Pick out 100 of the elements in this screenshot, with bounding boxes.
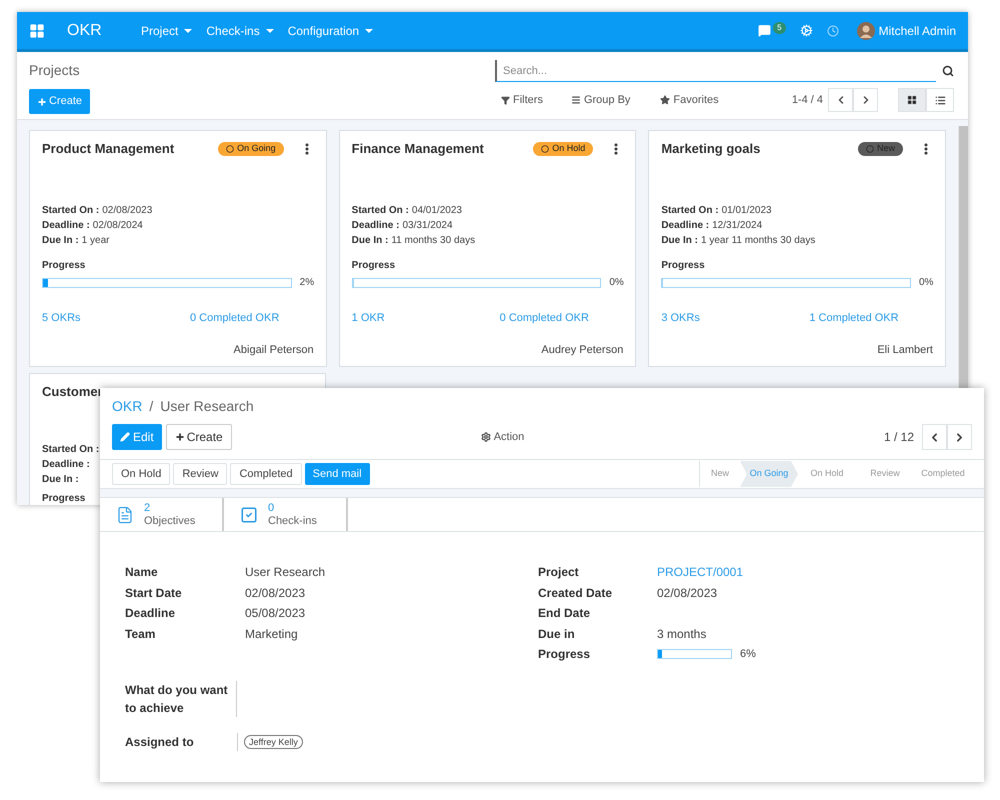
list-view-button[interactable] xyxy=(926,88,954,112)
header-button[interactable]: Send mail xyxy=(304,463,370,485)
search-field[interactable]: Search... xyxy=(495,60,936,82)
avatar[interactable] xyxy=(856,22,875,40)
nav-menu[interactable]: Configuration xyxy=(288,22,374,40)
favorites-button[interactable]: Favorites xyxy=(660,92,719,108)
field-value: User Research xyxy=(245,564,326,582)
project-link[interactable]: PROJECT/0001 xyxy=(657,563,744,582)
stage-step[interactable]: Completed xyxy=(914,461,972,487)
field-label: Due in xyxy=(538,626,576,643)
plus-icon xyxy=(36,96,47,106)
progress-label: Progress xyxy=(42,259,86,273)
field-label: End Date xyxy=(538,605,592,622)
field-label: Due In : xyxy=(661,234,698,248)
filters-button[interactable]: Filters xyxy=(501,92,543,108)
nav-menu[interactable]: Project xyxy=(141,22,192,40)
scrollbar[interactable] xyxy=(958,126,968,388)
breadcrumb-link[interactable]: OKR xyxy=(112,396,142,417)
field-value: 3 months xyxy=(657,626,706,643)
grid-icon xyxy=(907,95,917,105)
header-button[interactable]: Review xyxy=(173,463,228,485)
okrs-link[interactable]: 5 OKRs xyxy=(42,310,190,326)
stage-step[interactable]: On Hold xyxy=(798,461,856,487)
owner-name: Eli Lambert xyxy=(877,342,933,358)
card-title: Finance Management xyxy=(352,140,484,158)
field-value: 05/08/2023 xyxy=(245,605,306,622)
card-title: Customer xyxy=(42,383,100,401)
completed-okr-link[interactable]: 0 Completed OKR xyxy=(500,310,589,326)
field-label: Project xyxy=(538,564,580,582)
field-label: Started On : xyxy=(42,204,100,218)
project-card[interactable]: Product Management On Going Started On : 02/08/2023 Deadline : 02/08/2024 Due In : 1 year Progress 2% 5 OKRs 0 Completed OKR Abigail Peterson xyxy=(29,130,327,367)
completed-okr-link[interactable]: 0 Completed OKR xyxy=(190,310,280,326)
field-label: Started On : xyxy=(352,204,409,218)
next-button[interactable] xyxy=(947,424,972,450)
header-button[interactable]: On Hold xyxy=(112,463,170,485)
nav-menu[interactable]: Check-ins xyxy=(206,22,274,40)
field-label: Start Date xyxy=(125,584,183,602)
field-label: Deadline : xyxy=(661,219,710,233)
field-value: 1 year xyxy=(82,234,110,248)
field-label: Progress xyxy=(538,646,592,664)
apps-menu-icon[interactable] xyxy=(29,22,45,38)
field-label: Due In : xyxy=(42,473,80,487)
smart-button[interactable]: 0 Check-ins xyxy=(224,498,348,531)
filter-icon xyxy=(501,96,510,104)
search-icon[interactable] xyxy=(942,65,954,77)
message-count: 5 xyxy=(773,22,786,34)
settings-icon[interactable] xyxy=(800,24,813,37)
field-label: Team xyxy=(125,626,156,643)
circle-icon xyxy=(866,145,874,153)
field-label: Assigned to xyxy=(125,732,238,750)
header-button[interactable]: Completed xyxy=(230,463,302,485)
okrs-link[interactable]: 3 OKRs xyxy=(661,310,810,326)
okrs-link[interactable]: 1 OKR xyxy=(352,310,500,326)
owner-name: Abigail Peterson xyxy=(234,342,314,358)
edit-button[interactable]: Edit xyxy=(112,424,162,450)
progress-label: Progress xyxy=(661,259,706,273)
field-value: 02/08/2023 xyxy=(657,584,718,602)
lines-icon xyxy=(570,95,581,105)
field-value: 02/08/2023 xyxy=(102,204,152,218)
caret-icon xyxy=(266,28,274,32)
card-title: Marketing goals xyxy=(661,140,760,158)
field-value: 12/31/2024 xyxy=(712,219,762,233)
progress-label: Progress xyxy=(42,493,86,505)
list-icon xyxy=(934,94,946,106)
stage-step[interactable]: Review xyxy=(856,461,914,487)
project-card[interactable]: Marketing goals New Started On : 01/01/2023 Deadline : 12/31/2024 Due In : 1 year 11 months 30 days Progress 0% 3 OKRs 1 Completed OKR Eli Lambert xyxy=(648,130,946,367)
field-label: What do you want to achieve xyxy=(125,680,237,716)
field-value: 03/31/2024 xyxy=(402,219,453,233)
stage-step[interactable]: New xyxy=(700,461,740,487)
action-button[interactable]: Action xyxy=(480,428,524,446)
field-label: Deadline : xyxy=(352,219,400,233)
progress-label: Progress xyxy=(352,259,396,273)
create-button[interactable]: Create xyxy=(166,424,232,450)
caret-icon xyxy=(365,28,374,32)
circle-icon xyxy=(541,145,550,153)
progress-reading: 0% xyxy=(918,276,933,290)
messages-icon[interactable] xyxy=(758,24,772,37)
plus-icon xyxy=(174,432,185,442)
previous-button[interactable] xyxy=(922,424,947,450)
project-card[interactable]: Customer Started On : Deadline : Due In : Progress xyxy=(29,373,100,505)
record-pager: 1 / 12 xyxy=(884,429,914,446)
pager-value: 1-4 / 4 xyxy=(792,92,823,108)
page-title: Projects xyxy=(29,61,81,80)
checkbox-icon xyxy=(240,506,258,524)
user-name[interactable]: Mitchell Admin xyxy=(878,22,956,40)
field-label: Name xyxy=(125,564,159,582)
assignee-tag[interactable]: Jeffrey Kelly xyxy=(244,734,303,748)
group-by-button[interactable]: Group By xyxy=(570,92,630,108)
star-icon xyxy=(660,95,670,105)
create-button[interactable]: Create xyxy=(29,89,90,114)
field-label: Started On : xyxy=(42,443,100,457)
gear-icon xyxy=(480,432,491,442)
field-value: 02/08/2024 xyxy=(92,219,143,233)
smart-button[interactable]: 2 Objectives xyxy=(100,498,224,531)
owner-name: Audrey Peterson xyxy=(541,342,624,358)
stage-step[interactable]: On Going xyxy=(740,461,798,487)
project-card[interactable]: Finance Management On Hold Started On : 04/01/2023 Deadline : 03/31/2024 Due In : 11 months 30 days Progress 0% 1 OKR 0 Completed OKR Audrey Peterson xyxy=(338,130,636,367)
card-title: Product Management xyxy=(42,140,174,158)
completed-okr-link[interactable]: 1 Completed OKR xyxy=(809,310,899,326)
kanban-view-button[interactable] xyxy=(898,88,926,112)
